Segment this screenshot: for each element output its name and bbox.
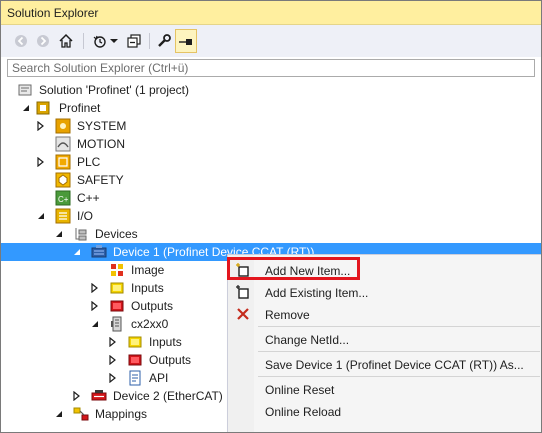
tree-item-safety[interactable]: SAFETY [1,171,541,189]
tree-item-motion[interactable]: MOTION [1,135,541,153]
image-icon [109,262,125,278]
tree-label: Outputs [131,299,174,313]
tree-label: Device 2 (EtherCAT) [113,389,223,403]
menu-item-online-reset[interactable]: Online Reset [230,379,540,399]
inputs-icon [127,334,143,350]
expanded-icon[interactable] [20,99,32,117]
collapse-all-icon[interactable] [125,31,143,51]
search-field[interactable] [7,59,535,77]
add-existing-item-icon [235,284,251,300]
tree-label: SYSTEM [77,119,127,133]
menu-label: Remove [265,308,310,322]
menu-item-add-new-item[interactable]: Add New Item... [230,260,540,280]
window-title: Solution Explorer [7,6,99,20]
module-icon [109,316,125,332]
tree-item-cpp[interactable]: C+ C++ [1,189,541,207]
project-icon [35,100,51,116]
menu-label: Add Existing Item... [265,286,369,300]
menu-label: Online Reset [265,383,335,397]
add-new-item-icon [235,262,251,278]
collapsed-icon[interactable] [71,387,83,405]
motion-icon [55,136,71,152]
plc-icon [55,154,71,170]
expanded-icon[interactable] [35,207,47,225]
dropdown-icon[interactable] [109,31,119,51]
menu-label: Online Reload [265,405,342,419]
tree-label: Image [131,263,165,277]
system-icon [55,118,71,134]
inputs-icon [109,280,125,296]
menu-label: Change NetId... [265,333,350,347]
tree-label: Profinet [59,101,101,115]
menu-separator [258,326,540,327]
tree-label: cx2xx0 [131,317,169,331]
toolbar [1,25,541,57]
collapsed-icon[interactable] [35,153,47,171]
collapsed-icon[interactable] [35,117,47,135]
menu-item-save-device-as[interactable]: Save Device 1 (Profinet Device CCAT (RT)… [230,354,540,374]
menu-item-add-existing-item[interactable]: Add Existing Item... [230,282,540,302]
cpp-icon: C+ [55,190,71,206]
collapsed-icon[interactable] [89,279,101,297]
tree-label: C++ [77,191,100,205]
mappings-icon [73,406,89,422]
tree-label: Outputs [149,353,192,367]
collapsed-icon[interactable] [107,333,119,351]
forward-arrow-icon[interactable] [35,31,51,51]
toolbar-separator [83,33,84,49]
solution-icon [17,82,33,98]
svg-text:C+: C+ [58,195,69,204]
pin-icon[interactable] [175,29,197,53]
tree-label: MOTION [77,137,125,151]
menu-label: Save Device 1 (Profinet Device CCAT (RT)… [265,358,524,372]
io-icon [55,208,71,224]
title-bar: Solution Explorer [1,1,541,25]
menu-separator [258,351,540,352]
solution-explorer-window: Solution Explorer Search Solution Explor… [0,0,542,433]
tree-item-plc[interactable]: PLC [1,153,541,171]
menu-item-change-netid[interactable]: Change NetId... [230,329,540,349]
collapsed-icon[interactable] [107,369,119,387]
wrench-icon[interactable] [155,31,173,51]
devices-icon [73,226,89,242]
menu-item-online-reload[interactable]: Online Reload [230,401,540,421]
home-icon[interactable] [57,31,75,51]
collapsed-icon[interactable] [89,297,101,315]
toolbar-separator [149,33,150,49]
menu-label: Add New Item... [265,264,351,278]
tree-item-io[interactable]: I/O [1,207,541,225]
expanded-icon[interactable] [71,243,83,261]
menu-item-remove[interactable]: Remove [230,304,540,324]
tree-label: Devices [95,227,138,241]
tree-label: Inputs [149,335,182,349]
back-arrow-icon[interactable] [13,31,29,51]
tree-label: Inputs [131,281,164,295]
outputs-icon [127,352,143,368]
expanded-icon[interactable] [53,225,65,243]
tree-label: Solution 'Profinet' (1 project) [39,83,189,97]
tree-item-solution[interactable]: Solution 'Profinet' (1 project) [1,81,541,99]
tree-label: API [149,371,169,385]
expanded-icon[interactable] [89,315,101,333]
context-menu: Add New Item... Add Existing Item... Rem… [227,254,541,432]
safety-icon [55,172,71,188]
tree-label: SAFETY [77,173,124,187]
tree-item-devices[interactable]: Devices [1,225,541,243]
tree-label: Mappings [95,407,148,421]
remove-icon [235,306,251,322]
api-icon [127,370,143,386]
outputs-icon [109,298,125,314]
ethercat-device-icon [91,388,107,404]
profinet-device-icon [91,244,107,260]
history-icon[interactable] [91,31,109,51]
tree-item-system[interactable]: SYSTEM [1,117,541,135]
tree-label: I/O [77,209,94,223]
tree-item-project[interactable]: Profinet [1,99,541,117]
expanded-icon[interactable] [53,405,65,423]
collapsed-icon[interactable] [107,351,119,369]
search-input[interactable] [8,60,534,76]
menu-separator [258,376,540,377]
tree-label: PLC [77,155,101,169]
